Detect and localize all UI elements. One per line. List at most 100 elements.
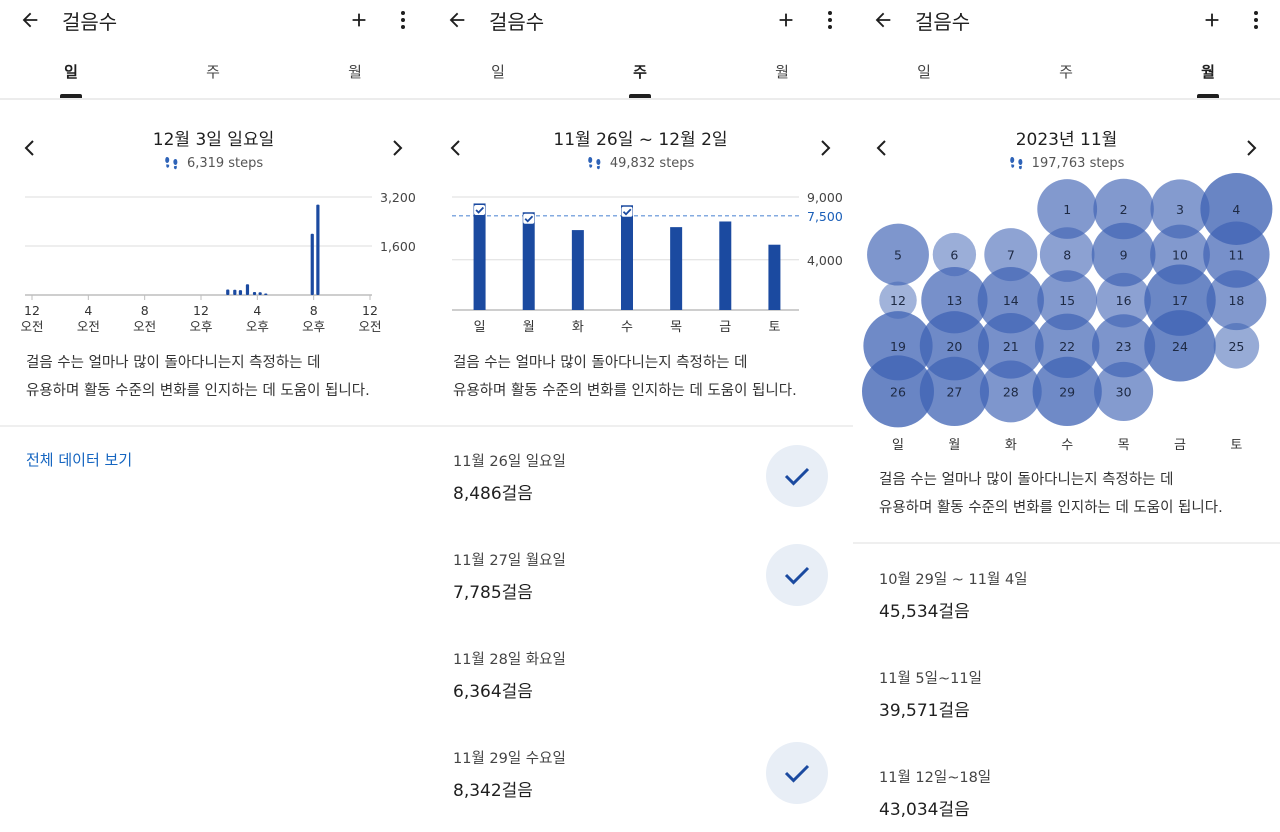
footsteps-icon [165, 157, 178, 170]
day-number: 7 [1007, 248, 1015, 263]
weekday-label: 금 [1174, 438, 1186, 453]
tab-month[interactable]: 월 [711, 46, 853, 98]
add-button[interactable] [772, 6, 800, 34]
next-period-button[interactable] [385, 136, 409, 160]
list-item[interactable]: 11월 29일 수요일 8,342걸음 [427, 739, 854, 829]
plus-icon [1205, 13, 1219, 27]
x-tick-label: 화 [572, 320, 584, 335]
tab-label: 일 [64, 63, 78, 81]
tab-label: 주 [206, 63, 220, 81]
more-options-button[interactable] [391, 6, 415, 34]
day-number: 27 [946, 384, 962, 399]
tab-week[interactable]: 주 [995, 46, 1137, 98]
x-tick-label: 12 [193, 303, 209, 318]
arrow-left-icon [875, 12, 891, 28]
tab-divider [427, 98, 854, 100]
chevron-right-icon [393, 140, 403, 156]
back-button[interactable] [869, 6, 897, 34]
hour-bar [245, 284, 250, 295]
arrow-left-icon [22, 12, 38, 28]
more-options-button[interactable] [818, 6, 842, 34]
list-item[interactable]: 11월 26일 일요일 8,486걸음 [427, 442, 854, 532]
day-number: 11 [1228, 248, 1244, 263]
add-button[interactable] [345, 6, 373, 34]
day-number: 6 [950, 248, 958, 263]
hour-bar [252, 291, 257, 295]
day-panel: 걸음수 일 주 월 12월 3일 일요일 6,319 steps 1,600 3,… [0, 0, 427, 832]
day-number: 22 [1059, 339, 1075, 354]
more-options-button[interactable] [1244, 6, 1268, 34]
day-number: 24 [1172, 339, 1188, 354]
list-item[interactable]: 11월 5일~11일 39,571걸음 [853, 659, 1280, 749]
day-number: 9 [1120, 248, 1128, 263]
x-tick-label: 8 [310, 303, 318, 318]
back-button[interactable] [443, 6, 471, 34]
steps-total: 197,763 steps [1031, 156, 1125, 171]
period-title: 2023년 11월 [1015, 130, 1118, 150]
x-tick-label: 일 [474, 320, 486, 335]
tab-week[interactable]: 주 [142, 46, 284, 98]
day-bar [768, 244, 781, 310]
goal-label: 7,500 [807, 209, 843, 224]
day-number: 15 [1059, 293, 1075, 308]
weekday-label: 월 [948, 438, 960, 453]
goal-check-box [621, 206, 633, 217]
tab-day[interactable]: 일 [427, 46, 569, 98]
x-tick-label: 금 [719, 320, 731, 335]
period-title: 12월 3일 일요일 [152, 130, 275, 150]
tab-week[interactable]: 주 [569, 46, 711, 98]
goal-check-box [474, 204, 486, 215]
tab-day[interactable]: 일 [0, 46, 142, 98]
y-tick-label: 3,200 [380, 190, 416, 205]
hourly-steps-chart: 1,6003,20012오전4오전8오전12오후4오후8오후12오전 [20, 190, 416, 334]
tab-label: 주 [1059, 63, 1073, 81]
back-button[interactable] [16, 6, 44, 34]
day-number: 23 [1116, 339, 1132, 354]
tab-day[interactable]: 일 [853, 46, 995, 98]
steps-summary: 49,832 steps [427, 156, 854, 171]
day-number: 2 [1120, 202, 1128, 217]
add-button[interactable] [1198, 6, 1226, 34]
day-number: 17 [1172, 293, 1188, 308]
day-number: 26 [890, 384, 906, 399]
tab-label: 주 [633, 63, 647, 81]
section-divider [853, 542, 1280, 544]
goal-achieved-badge [766, 544, 828, 606]
list-item[interactable]: 11월 12일~18일 43,034걸음 [853, 758, 1280, 832]
goal-achieved-badge [766, 445, 828, 507]
list-item[interactable]: 10월 29일 ~ 11월 4일 45,534걸음 [853, 560, 1280, 650]
next-period-button[interactable] [813, 136, 837, 160]
tab-month[interactable]: 월 [284, 46, 426, 98]
y-tick-label: 9,000 [807, 190, 843, 205]
section-divider [0, 425, 427, 427]
list-item[interactable]: 11월 28일 화요일 6,364걸음 [427, 640, 854, 730]
description-line: 걸음 수는 얼마나 많이 돌아다니는지 측정하는 데 [879, 472, 1174, 488]
x-tick-label: 12 [24, 303, 40, 318]
description-line: 유용하며 활동 수준의 변화를 인지하는 데 도움이 됩니다. [453, 383, 797, 399]
x-tick-label: 8 [141, 303, 149, 318]
check-icon [784, 467, 810, 486]
day-number: 30 [1116, 384, 1132, 399]
y-tick-label: 4,000 [807, 253, 843, 268]
day-number: 10 [1172, 248, 1188, 263]
view-all-data-link[interactable]: 전체 데이터 보기 [26, 449, 132, 470]
more-vert-icon [401, 11, 405, 29]
app-bar: 걸음수 [853, 0, 1280, 40]
weekday-label: 목 [1118, 438, 1130, 453]
hour-bar [233, 289, 237, 295]
day-steps: 8,486걸음 [453, 484, 533, 504]
more-vert-icon [828, 11, 832, 29]
description-line: 걸음 수는 얼마나 많이 돌아다니는지 측정하는 데 [26, 355, 321, 371]
list-item[interactable]: 11월 27일 월요일 7,785걸음 [427, 541, 854, 631]
goal-achieved-badge [766, 742, 828, 804]
next-period-button[interactable] [1239, 136, 1263, 160]
day-number: 16 [1116, 293, 1132, 308]
weekday-label: 토 [1230, 438, 1242, 453]
tab-month[interactable]: 월 [1137, 46, 1279, 98]
day-bar [621, 205, 633, 310]
plus-icon [352, 13, 366, 27]
day-number: 12 [890, 293, 906, 308]
y-tick-label: 1,600 [380, 239, 416, 254]
tab-label: 월 [1201, 63, 1215, 81]
plus-icon [779, 13, 793, 27]
